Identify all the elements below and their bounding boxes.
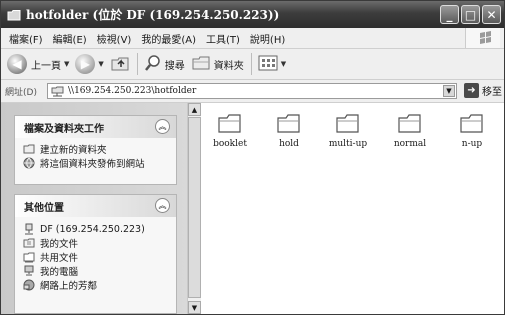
task-new-folder[interactable]: 建立新的資料夾 — [23, 142, 176, 156]
search-icon — [144, 54, 162, 75]
folder-icon — [218, 114, 241, 133]
folder-item-n-up[interactable]: n-up — [447, 113, 497, 149]
folder-icon — [398, 114, 421, 133]
scroll-up-icon[interactable]: ▲ — [188, 103, 201, 116]
window-title: hotfolder (位於 DF (169.254.250.223)) — [26, 8, 280, 22]
folder-item-multi-up[interactable]: multi-up — [323, 113, 373, 149]
place-label: 我的電腦 — [40, 267, 79, 278]
chevron-down-icon[interactable]: ▼ — [98, 60, 103, 68]
panel-title: 檔案及資料夾工作 — [24, 123, 104, 135]
go-arrow-icon: ➜ — [464, 83, 479, 98]
back-arrow-icon: ◀ — [7, 54, 27, 74]
menu-edit[interactable]: 編輯(E) — [53, 31, 87, 46]
panel-title: 其他位置 — [24, 202, 64, 214]
chevron-down-icon[interactable]: ▼ — [281, 60, 286, 68]
folders-label: 資料夾 — [213, 60, 244, 72]
network-places-icon — [23, 279, 35, 291]
close-button[interactable]: ✕ — [482, 5, 501, 24]
menu-file[interactable]: 檔案(F) — [9, 31, 43, 46]
scroll-down-icon[interactable]: ▼ — [188, 301, 201, 314]
place-df-server[interactable]: DF (169.254.250.223) — [23, 222, 176, 236]
forward-arrow-icon: ▶ — [75, 54, 96, 74]
task-label: 建立新的資料夾 — [40, 145, 107, 156]
folder-item-booklet[interactable]: booklet — [205, 113, 255, 149]
windows-logo-icon — [465, 28, 500, 48]
folder-icon — [7, 9, 21, 21]
place-shared-documents[interactable]: 共用文件 — [23, 250, 176, 264]
folder-view: booklet hold multi-up normal n-up — [201, 103, 504, 314]
other-places-header[interactable]: 其他位置 ︽ — [15, 195, 176, 217]
folder-name: normal — [393, 139, 427, 149]
chevron-down-icon[interactable]: ▼ — [64, 60, 69, 68]
other-places-panel: 其他位置 ︽ DF (169.254.250.223) 我的文件 共用文件 我的… — [14, 194, 177, 314]
place-label: 共用文件 — [40, 253, 79, 264]
menu-view[interactable]: 檢視(V) — [97, 31, 132, 46]
folder-item-hold[interactable]: hold — [264, 113, 314, 149]
place-label: DF (169.254.250.223) — [40, 223, 145, 235]
explorer-window: hotfolder (位於 DF (169.254.250.223)) _ □ … — [0, 0, 505, 315]
file-tasks-panel: 檔案及資料夾工作 ︽ 建立新的資料夾 將這個資料夾發佈到網站 — [14, 115, 177, 185]
back-label: 上一頁 — [31, 60, 61, 72]
network-folder-icon — [51, 85, 64, 100]
forward-button[interactable]: ▶ ▼ — [75, 54, 104, 74]
go-button[interactable]: ➜ 移至 — [464, 83, 502, 98]
collapse-icon[interactable]: ︽ — [155, 119, 170, 134]
back-button[interactable]: ◀ 上一頁 ▼ — [7, 54, 69, 74]
network-drive-icon — [25, 223, 33, 235]
new-folder-icon — [23, 144, 35, 154]
shared-folder-icon — [23, 252, 35, 263]
computer-icon — [24, 265, 34, 276]
folder-icon — [277, 114, 300, 133]
place-my-documents[interactable]: 我的文件 — [23, 236, 176, 250]
menu-tools[interactable]: 工具(T) — [206, 31, 240, 46]
place-my-computer[interactable]: 我的電腦 — [23, 264, 176, 278]
task-pane: 檔案及資料夾工作 ︽ 建立新的資料夾 將這個資料夾發佈到網站 其他位置 ︽ DF… — [1, 103, 187, 314]
chevron-down-icon[interactable]: ▼ — [443, 85, 455, 97]
menu-help[interactable]: 說明(H) — [250, 31, 285, 46]
menu-favorites[interactable]: 我的最愛(A) — [141, 31, 196, 46]
menu-bar: 檔案(F) 編輯(E) 檢視(V) 我的最愛(A) 工具(T) 說明(H) — [1, 28, 504, 49]
toolbar: ◀ 上一頁 ▼ ▶ ▼ 搜尋 資料夾 ▼ — [1, 49, 504, 80]
views-button[interactable]: ▼ — [258, 55, 286, 74]
address-bar: 網址(D) \\169.254.250.223\hotfolder ▼ ➜ 移至 — [1, 80, 504, 103]
task-label: 將這個資料夾發佈到網站 — [40, 159, 145, 170]
folder-name: n-up — [461, 139, 483, 149]
address-field[interactable]: \\169.254.250.223\hotfolder ▼ — [47, 83, 457, 99]
maximize-button[interactable]: □ — [461, 5, 480, 24]
address-value: \\169.254.250.223\hotfolder — [68, 86, 197, 96]
address-label: 網址(D) — [5, 87, 37, 98]
minimize-button[interactable]: _ — [440, 5, 459, 24]
views-icon — [258, 55, 278, 74]
task-publish-web[interactable]: 將這個資料夾發佈到網站 — [23, 156, 176, 170]
folders-icon — [191, 54, 211, 75]
globe-icon — [23, 157, 35, 169]
place-network-places[interactable]: 網路上的芳鄰 — [23, 278, 176, 292]
folder-name: booklet — [213, 139, 247, 149]
scroll-thumb[interactable] — [188, 117, 201, 298]
place-label: 網路上的芳鄰 — [40, 281, 98, 292]
folder-item-normal[interactable]: normal — [385, 113, 435, 149]
documents-folder-icon — [23, 238, 35, 248]
search-label: 搜尋 — [164, 60, 185, 72]
folder-name: hold — [279, 139, 299, 149]
search-button[interactable]: 搜尋 — [144, 54, 185, 75]
toolbar-separator — [136, 53, 138, 75]
go-label: 移至 — [482, 87, 502, 98]
folder-icon — [336, 114, 359, 133]
up-folder-button[interactable] — [110, 54, 130, 75]
place-label: 我的文件 — [40, 239, 79, 250]
up-folder-icon — [110, 54, 130, 75]
collapse-icon[interactable]: ︽ — [155, 198, 170, 213]
left-pane-scrollbar[interactable]: ▲ ▼ — [187, 103, 201, 314]
folder-name: multi-up — [328, 139, 368, 149]
file-tasks-header[interactable]: 檔案及資料夾工作 ︽ — [15, 116, 176, 138]
folder-icon — [460, 114, 483, 133]
title-bar[interactable]: hotfolder (位於 DF (169.254.250.223)) _ □ … — [1, 1, 504, 28]
folders-button[interactable]: 資料夾 — [191, 54, 244, 75]
toolbar-separator — [250, 53, 252, 75]
